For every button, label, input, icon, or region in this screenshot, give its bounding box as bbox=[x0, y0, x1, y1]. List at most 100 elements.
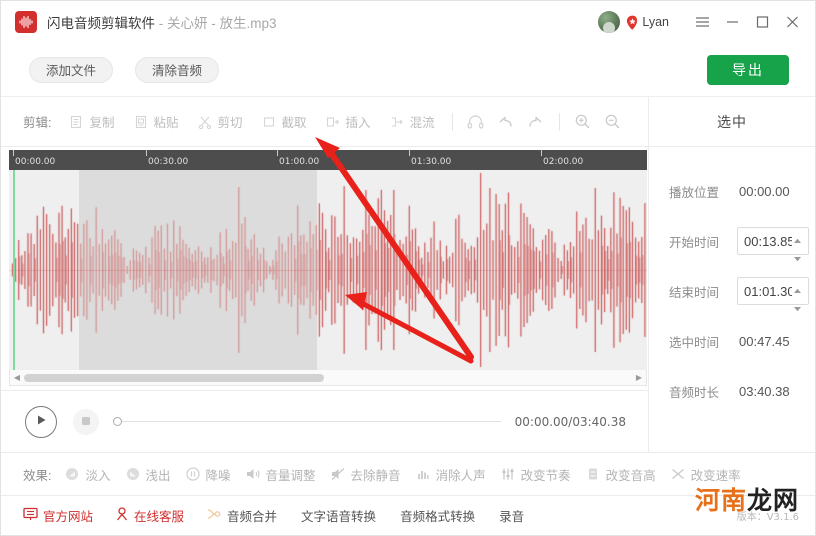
record-label: 录音 bbox=[499, 510, 525, 524]
insert-label: 插入 bbox=[345, 116, 371, 130]
noise-reduce-icon bbox=[185, 466, 201, 482]
support-person-icon bbox=[115, 507, 129, 524]
zoom-in-icon[interactable] bbox=[568, 109, 598, 135]
mix-label: 混流 bbox=[409, 116, 435, 130]
spinner-down-icon[interactable] bbox=[793, 249, 802, 267]
timeline-ruler[interactable]: 00:00.00 00:30.00 01:00.00 01:30.00 02:00.00 bbox=[9, 150, 647, 170]
scrollbar-thumb[interactable] bbox=[24, 373, 324, 382]
spinner-up-icon[interactable] bbox=[793, 281, 802, 299]
crop-icon bbox=[261, 114, 277, 130]
seek-slider[interactable] bbox=[113, 415, 501, 429]
end-time-label: 结束时间 bbox=[669, 285, 720, 300]
crop-button[interactable]: 截取 bbox=[252, 108, 316, 135]
pitch-button[interactable]: 改变音高 bbox=[578, 461, 663, 488]
waveform-canvas-wrap[interactable] bbox=[9, 170, 647, 370]
stop-icon bbox=[81, 413, 91, 431]
mix-button[interactable]: 混流 bbox=[380, 108, 444, 135]
track-artist: 关心妍 bbox=[167, 16, 208, 31]
stop-button[interactable] bbox=[73, 408, 99, 435]
minimize-icon[interactable] bbox=[717, 1, 747, 43]
speed-label: 改变速率 bbox=[690, 468, 741, 483]
audio-editor-window: 闪电音频剪辑软件 - 关心妍 - 放生.mp3 Lyan 添加文件 清除音频 导… bbox=[0, 0, 816, 536]
redo-icon[interactable] bbox=[521, 109, 551, 135]
play-button[interactable] bbox=[25, 405, 57, 438]
player-controls: 00:00.00/03:40.38 bbox=[1, 390, 648, 452]
export-button[interactable]: 导出 bbox=[707, 54, 789, 85]
user-name[interactable]: Lyan bbox=[642, 15, 669, 29]
cut-button[interactable]: 剪切 bbox=[188, 108, 252, 135]
volume-button[interactable]: 音量调整 bbox=[238, 461, 323, 488]
end-time-input[interactable] bbox=[744, 283, 792, 299]
clear-audio-button[interactable]: 清除音频 bbox=[135, 56, 220, 83]
waveform-horizontal-scrollbar[interactable]: ◀ ▶ bbox=[9, 370, 647, 386]
copy-button[interactable]: 复制 bbox=[59, 108, 123, 135]
speed-button[interactable]: 改变速率 bbox=[663, 461, 748, 488]
ruler-tick bbox=[146, 150, 147, 156]
seek-knob[interactable] bbox=[113, 417, 122, 426]
app-name: 闪电音频剪辑软件 bbox=[47, 16, 155, 31]
scroll-right-icon[interactable]: ▶ bbox=[632, 373, 646, 382]
audio-merge-label: 音频合并 bbox=[227, 510, 278, 524]
headphone-icon[interactable] bbox=[461, 109, 491, 135]
start-time-spin-arrows[interactable] bbox=[793, 231, 802, 262]
format-convert-link[interactable]: 音频格式转换 bbox=[400, 506, 475, 525]
selection-panel-rows: 播放位置 00:00.00 开始时间 00:13.85 结束时间 01:01.3… bbox=[649, 147, 815, 409]
ruler-tick-label: 00:30.00 bbox=[148, 157, 189, 167]
waveform-display[interactable] bbox=[9, 170, 647, 370]
tempo-button[interactable]: 改变节奏 bbox=[493, 461, 578, 488]
zoom-out-icon[interactable] bbox=[598, 109, 628, 135]
pitch-icon bbox=[585, 466, 601, 482]
user-avatar[interactable] bbox=[598, 11, 621, 33]
paste-button[interactable]: 粘贴 bbox=[124, 108, 188, 135]
action-bar: 添加文件 清除音频 导出 bbox=[1, 43, 815, 97]
hamburger-menu-icon[interactable] bbox=[687, 1, 717, 43]
spinner-up-icon[interactable] bbox=[793, 231, 802, 249]
undo-icon[interactable] bbox=[491, 109, 521, 135]
insert-button[interactable]: 插入 bbox=[316, 108, 380, 135]
official-website-link[interactable]: 官方网站 bbox=[23, 506, 93, 525]
online-service-label: 在线客服 bbox=[134, 510, 185, 524]
speed-icon bbox=[670, 466, 686, 482]
online-service-link[interactable]: 在线客服 bbox=[115, 506, 184, 525]
official-website-label: 官方网站 bbox=[43, 510, 94, 524]
scissors-icon bbox=[197, 114, 213, 130]
ruler-tick bbox=[409, 150, 410, 156]
pitch-label: 改变音高 bbox=[605, 468, 656, 483]
ruler-tick bbox=[277, 150, 278, 156]
ruler-tick-label: 00:00.00 bbox=[15, 157, 56, 167]
insert-icon bbox=[325, 114, 341, 130]
record-link[interactable]: 录音 bbox=[499, 506, 524, 525]
close-icon[interactable] bbox=[777, 1, 807, 43]
fade-in-button[interactable]: 淡入 bbox=[57, 461, 117, 488]
playhead-cursor[interactable] bbox=[13, 170, 15, 370]
copy-label: 复制 bbox=[89, 116, 115, 130]
play-position-label: 播放位置 bbox=[669, 185, 720, 200]
audio-merge-link[interactable]: 音频合并 bbox=[206, 506, 277, 525]
tempo-label: 改变节奏 bbox=[520, 468, 571, 483]
ruler-tick-label: 01:00.00 bbox=[279, 157, 320, 167]
scrollbar-track[interactable] bbox=[24, 373, 632, 382]
fade-out-button[interactable]: 浅出 bbox=[118, 461, 178, 488]
text-to-speech-link[interactable]: 文字语音转换 bbox=[301, 506, 376, 525]
play-icon bbox=[36, 413, 47, 431]
noise-reduce-button[interactable]: 降噪 bbox=[178, 461, 238, 488]
status-bar: 官方网站 在线客服 音频合并 文字语音转换 音频格式转换 录音 版本：V3.1.… bbox=[1, 496, 815, 535]
start-time-input[interactable] bbox=[744, 233, 792, 249]
edit-toolbar: 剪辑: 复制 粘贴 剪切 截取 插入 混流 bbox=[1, 97, 648, 147]
add-file-button[interactable]: 添加文件 bbox=[29, 56, 114, 83]
remove-silence-button[interactable]: 去除静音 bbox=[323, 461, 408, 488]
fade-in-icon bbox=[64, 466, 80, 482]
start-time-stepper[interactable] bbox=[737, 227, 809, 262]
end-time-spin-arrows[interactable] bbox=[793, 281, 802, 312]
play-position-row: 播放位置 00:00.00 bbox=[649, 173, 815, 209]
selected-time-row: 选中时间 00:47.45 bbox=[649, 323, 815, 359]
scroll-left-icon[interactable]: ◀ bbox=[10, 373, 24, 382]
selected-time-value: 00:47.45 bbox=[739, 333, 790, 349]
track-file-name: 放生.mp3 bbox=[219, 16, 277, 31]
maximize-icon[interactable] bbox=[747, 1, 777, 43]
merge-icon bbox=[206, 507, 222, 524]
end-time-stepper[interactable] bbox=[737, 277, 809, 312]
remove-vocal-button[interactable]: 消除人声 bbox=[408, 461, 493, 488]
spinner-down-icon[interactable] bbox=[793, 299, 802, 317]
remove-vocal-icon bbox=[415, 466, 431, 482]
